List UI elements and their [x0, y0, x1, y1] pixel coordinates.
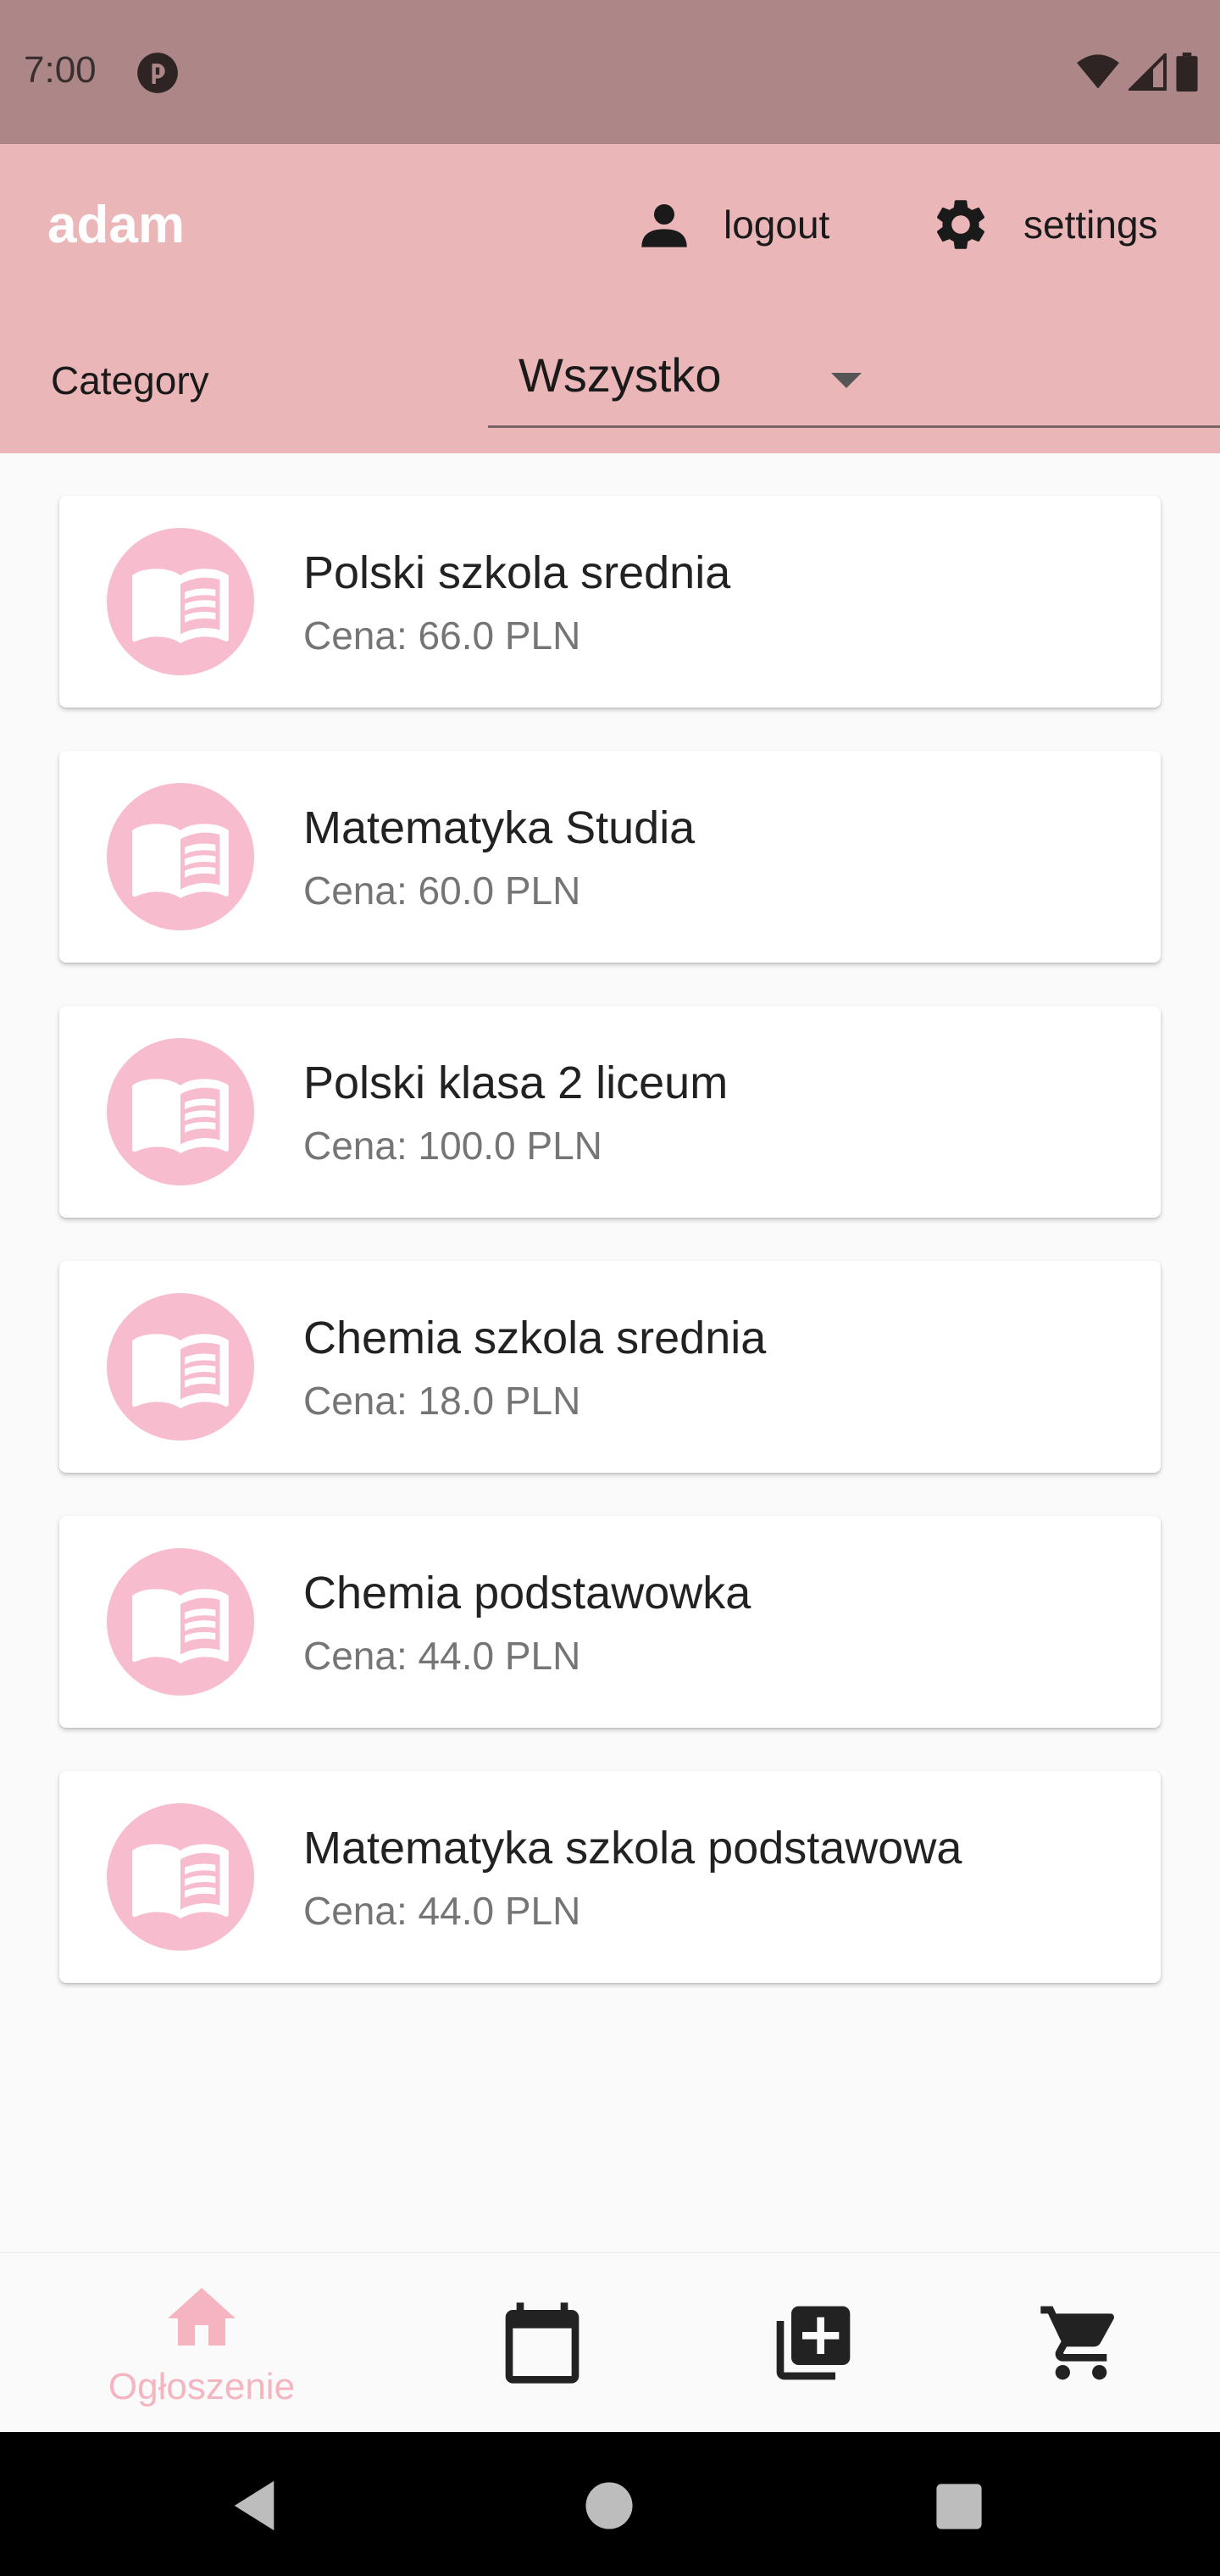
person-icon — [641, 204, 687, 247]
back-icon[interactable] — [229, 2479, 280, 2533]
listing-card[interactable]: Matematyka szkola podstawowa Cena: 44.0 … — [59, 1771, 1161, 1983]
listing-title: Matematyka szkola podstawowa — [303, 1823, 962, 1874]
user-name: adam — [47, 196, 185, 254]
nav-label-ogloszenie: Ogłoszenie — [108, 2366, 296, 2407]
nav-item-calendar[interactable] — [458, 2253, 627, 2433]
logout-button[interactable]: logout — [637, 186, 829, 263]
listing-title: Polski klasa 2 liceum — [303, 1058, 729, 1108]
nav-item-add[interactable] — [729, 2253, 898, 2433]
listing-price: Cena: 100.0 PLN — [303, 1124, 602, 1168]
listing-price: Cena: 44.0 PLN — [303, 1889, 581, 1933]
listing-card[interactable]: Polski szkola srednia Cena: 66.0 PLN — [59, 496, 1161, 708]
listing-title: Chemia podstawowka — [303, 1568, 751, 1618]
cart-icon — [1040, 2306, 1115, 2380]
book-icon — [132, 1844, 229, 1919]
add-box-icon — [776, 2306, 851, 2380]
wifi-icon — [1077, 54, 1119, 89]
gear-icon — [936, 200, 985, 249]
listing-list: Polski szkola srednia Cena: 66.0 PLN Mat… — [59, 496, 1161, 2026]
book-icon — [132, 1079, 229, 1154]
app-notification-icon — [137, 53, 178, 93]
listing-price: Cena: 18.0 PLN — [303, 1379, 581, 1423]
listing-title: Polski szkola srednia — [303, 547, 731, 598]
book-icon — [132, 1334, 229, 1409]
settings-label: settings — [1023, 203, 1158, 247]
book-avatar — [107, 528, 254, 675]
book-icon — [132, 569, 229, 644]
listing-price: Cena: 44.0 PLN — [303, 1634, 581, 1678]
settings-button[interactable]: settings — [930, 186, 1158, 263]
category-selected-value: Wszystko — [518, 348, 722, 402]
nav-item-cart[interactable] — [996, 2253, 1166, 2433]
battery-icon — [1176, 53, 1198, 92]
signal-icon — [1128, 53, 1167, 91]
listing-card[interactable]: Chemia podstawowka Cena: 44.0 PLN — [59, 1516, 1161, 1728]
recents-icon[interactable] — [935, 2483, 983, 2530]
status-time: 7:00 — [24, 49, 97, 91]
dropdown-arrow-icon — [831, 373, 862, 388]
listing-price: Cena: 60.0 PLN — [303, 869, 581, 913]
bottom-navigation: Ogłoszenie — [0, 2252, 1220, 2433]
app-screen: 7:00 adam logout settings Category Wszys… — [0, 0, 1220, 2576]
status-icons — [1076, 53, 1198, 92]
listing-card[interactable]: Chemia szkola srednia Cena: 18.0 PLN — [59, 1261, 1161, 1473]
book-avatar — [107, 1293, 254, 1441]
book-icon — [132, 824, 229, 899]
logout-label: logout — [724, 203, 830, 247]
system-navigation-bar — [0, 2432, 1220, 2576]
nav-item-ogloszenie[interactable]: Ogłoszenie — [75, 2253, 329, 2433]
book-icon — [132, 1589, 229, 1664]
calendar-icon — [505, 2302, 580, 2384]
listing-card[interactable]: Matematyka Studia Cena: 60.0 PLN — [59, 751, 1161, 963]
listing-price: Cena: 66.0 PLN — [303, 613, 581, 658]
book-avatar — [107, 1548, 254, 1696]
home-button-icon[interactable] — [585, 2481, 634, 2530]
listing-card[interactable]: Polski klasa 2 liceum Cena: 100.0 PLN — [59, 1006, 1161, 1218]
status-bar: 7:00 — [0, 0, 1220, 144]
book-avatar — [107, 1803, 254, 1951]
book-avatar — [107, 783, 254, 930]
home-icon — [168, 2288, 236, 2346]
category-label: Category — [51, 358, 209, 402]
listing-title: Chemia szkola srednia — [303, 1313, 767, 1363]
app-bar: adam logout settings Category Wszystko — [0, 144, 1220, 453]
listing-title: Matematyka Studia — [303, 802, 696, 853]
book-avatar — [107, 1038, 254, 1185]
category-dropdown[interactable]: Wszystko — [488, 312, 1220, 428]
